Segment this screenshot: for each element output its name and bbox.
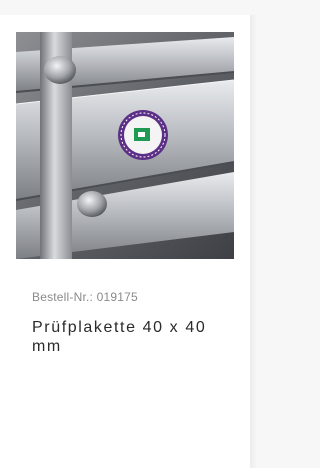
product-photo-icon	[16, 32, 234, 259]
product-image[interactable]	[16, 32, 234, 259]
page: Bestell-Nr.: 019175 Prüfplakette 40 x 40…	[0, 0, 257, 468]
card-edge-shadow	[250, 15, 257, 468]
product-title[interactable]: Prüfplakette 40 x 40 mm	[32, 318, 232, 356]
order-number: Bestell-Nr.: 019175	[32, 290, 138, 304]
